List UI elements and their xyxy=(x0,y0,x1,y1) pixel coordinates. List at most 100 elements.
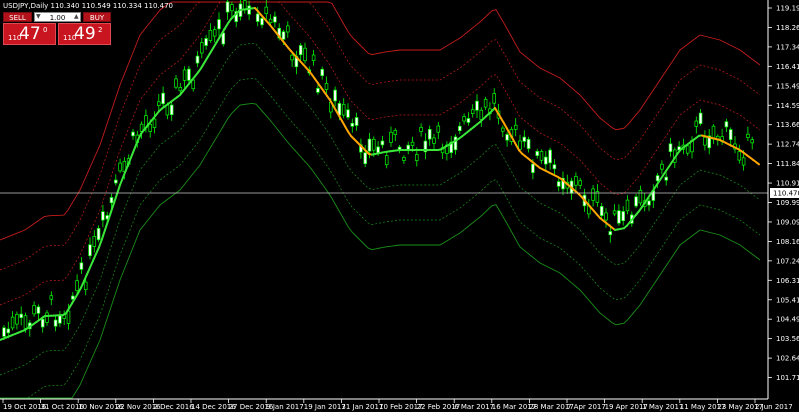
price-axis: 119.190 118.265 117.340 116.415 115.490 114.5… xyxy=(768,5,799,382)
price-label: 111.840 xyxy=(776,160,799,168)
candle-body xyxy=(625,199,630,212)
candle-body xyxy=(612,210,617,215)
buy-quote-button[interactable]: 110 49 2 xyxy=(58,23,111,45)
candle-body xyxy=(217,19,221,30)
candle-body xyxy=(286,25,290,33)
candle-body xyxy=(522,136,527,142)
price-label: 105.415 xyxy=(776,296,799,304)
candle-body xyxy=(531,163,535,173)
candle-body xyxy=(320,68,324,76)
candle-body xyxy=(436,125,441,133)
candle-body xyxy=(655,175,660,182)
candle-body xyxy=(19,313,23,318)
candle-body xyxy=(685,145,690,154)
candle-body xyxy=(660,163,664,170)
candle-body xyxy=(341,103,346,116)
ma-segment xyxy=(131,146,136,156)
candle-body xyxy=(535,151,539,156)
candle-body xyxy=(79,262,84,270)
price-label: 114.590 xyxy=(776,102,799,110)
time-label: 2 Dec 2016 xyxy=(153,403,194,411)
candle-body xyxy=(6,328,11,334)
candle-body xyxy=(737,151,742,161)
candle-body xyxy=(393,129,398,135)
price-chart[interactable]: 119.190 118.265 117.340 116.415 115.490 114.5… xyxy=(0,0,799,412)
ma-segment xyxy=(128,154,133,164)
candle-body xyxy=(621,211,625,222)
candle-body xyxy=(290,54,294,61)
price-label: 103.565 xyxy=(776,335,799,343)
candle-body xyxy=(118,162,122,172)
candle-body xyxy=(148,123,152,132)
price-label: 102.640 xyxy=(776,355,799,363)
candle-body xyxy=(552,164,557,170)
price-label: 107.240 xyxy=(776,257,799,265)
candle-body xyxy=(617,210,621,224)
sell-button[interactable]: SELL xyxy=(3,12,32,22)
candle-body xyxy=(36,306,41,314)
ma-segment xyxy=(137,132,142,141)
candle-body xyxy=(66,310,71,324)
buy-quote-fraction: 2 xyxy=(98,26,103,34)
candle-body xyxy=(75,280,79,291)
price-label: 118.265 xyxy=(776,24,799,32)
candle-body xyxy=(350,122,355,127)
price-label: 113.665 xyxy=(776,121,799,129)
candle-body xyxy=(49,295,54,300)
price-label: 104.490 xyxy=(776,316,799,324)
candle-body xyxy=(539,151,544,161)
candle-body xyxy=(273,16,277,23)
candle-body xyxy=(32,305,36,315)
candle-body xyxy=(501,127,505,132)
candle-body xyxy=(58,315,62,324)
time-label: 31 Jan 2017 xyxy=(341,403,383,411)
candle-body xyxy=(574,176,578,186)
price-label: 101.715 xyxy=(776,374,799,382)
ma-segment xyxy=(80,280,85,289)
candle-body xyxy=(664,176,668,181)
time-label: 2 Jun 2017 xyxy=(755,403,793,411)
candle-body xyxy=(230,4,234,12)
candle-body xyxy=(462,116,466,122)
candle-body xyxy=(638,189,643,204)
candle-body xyxy=(131,131,135,137)
candle-body xyxy=(53,319,58,327)
candle-body xyxy=(264,6,269,14)
candle-body xyxy=(427,129,432,140)
buy-button[interactable]: BUY xyxy=(83,12,111,22)
candle-body xyxy=(333,89,337,102)
candle-body xyxy=(402,157,406,161)
candle-body xyxy=(169,104,174,116)
ma-segment xyxy=(101,229,106,240)
candle-body xyxy=(599,206,604,216)
sell-quote-button[interactable]: 110 47 0 xyxy=(3,23,56,45)
candle-body xyxy=(591,188,595,201)
lot-decrease-icon[interactable]: ▼ xyxy=(36,12,41,22)
candle-body xyxy=(406,144,410,150)
candle-body xyxy=(372,138,376,151)
price-label: 106.315 xyxy=(776,277,799,285)
candle-body xyxy=(83,281,88,291)
candle-body xyxy=(750,139,754,144)
candle-body xyxy=(92,236,97,247)
candle-body xyxy=(746,133,750,138)
candle-body xyxy=(187,68,191,81)
candle-body xyxy=(389,131,393,143)
time-label: 19 Jan 2017 xyxy=(304,403,346,411)
sell-quote-fraction: 0 xyxy=(43,26,48,34)
candle-body xyxy=(604,212,608,221)
chart-window: 119.190 118.265 117.340 116.415 115.490 114.5… xyxy=(0,0,799,412)
time-label: 6 Mar 2017 xyxy=(454,403,494,411)
ma-segment xyxy=(113,193,118,204)
candle-body xyxy=(96,228,101,241)
candle-body xyxy=(647,200,651,206)
candle-body xyxy=(518,140,522,150)
candle-body xyxy=(470,109,475,114)
candle-body xyxy=(247,5,251,15)
lot-increase-icon[interactable]: ▲ xyxy=(74,12,79,22)
candle-body xyxy=(88,244,92,257)
candle-body xyxy=(694,120,699,127)
candle-body xyxy=(513,124,518,130)
ma-segment xyxy=(755,161,760,166)
candle-body xyxy=(578,180,582,186)
